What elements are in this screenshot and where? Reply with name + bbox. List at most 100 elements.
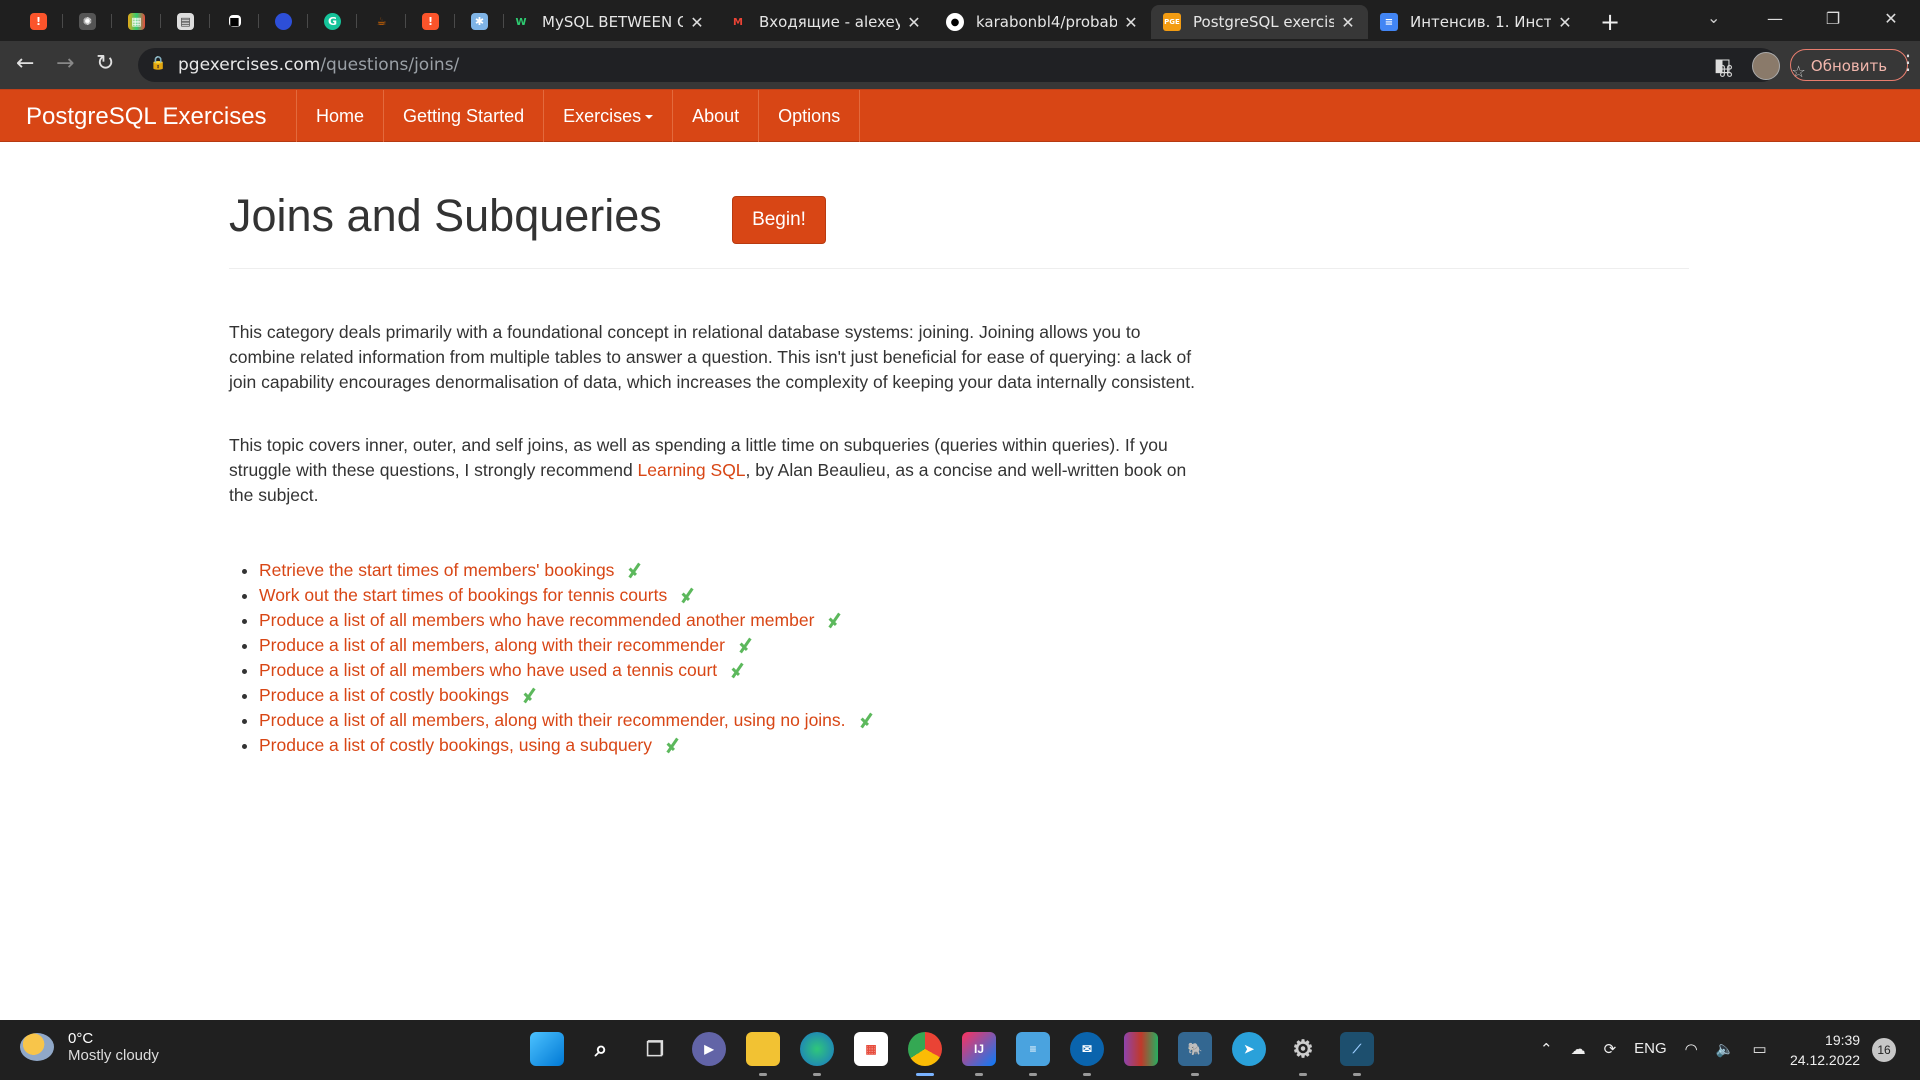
running-indicator [1083, 1073, 1091, 1076]
winrar-icon[interactable] [1124, 1032, 1158, 1066]
lock-icon[interactable]: 🔒 [150, 56, 166, 71]
browser-tab[interactable]: W MySQL BETWEEN Op ✕ [500, 5, 717, 39]
battery-icon[interactable]: ▭ [1752, 1040, 1766, 1058]
blue-circle-icon [275, 12, 292, 30]
question-link[interactable]: Produce a list of all members who have r… [259, 610, 814, 630]
nav-getting-started[interactable]: Getting Started [383, 90, 543, 142]
sync-icon[interactable]: ⟳ [1604, 1040, 1617, 1058]
pinned-tab[interactable]: ✺ [63, 7, 112, 35]
learning-sql-link[interactable]: Learning SQL [638, 460, 746, 480]
windows-start-icon[interactable] [530, 1032, 564, 1066]
side-panel-icon[interactable]: ◧ [1714, 55, 1731, 76]
mail-icon[interactable]: ✉ [1070, 1032, 1104, 1076]
telegram-icon[interactable]: ➤ [1232, 1032, 1266, 1066]
notion-icon: ■ [228, 14, 241, 28]
database-tool-icon[interactable]: ⟋ [1340, 1032, 1374, 1076]
nav-about[interactable]: About [672, 90, 758, 142]
checkmark-icon [826, 614, 844, 628]
browser-tab[interactable]: ● karabonbl4/probabl ✕ [934, 5, 1151, 39]
language-indicator[interactable]: ENG [1634, 1040, 1667, 1058]
file-explorer-icon[interactable] [746, 1032, 780, 1076]
pge-favicon-icon: PGE [1163, 13, 1181, 31]
pinned-tab[interactable]: G [308, 7, 357, 35]
question-link[interactable]: Work out the start times of bookings for… [259, 585, 667, 605]
tab-title: Входящие - alexeykc [759, 13, 900, 31]
clock-date: 24.12.2022 [1790, 1052, 1861, 1068]
settings-gear-icon[interactable]: ⚙ [1286, 1032, 1320, 1076]
list-item: Retrieve the start times of members' boo… [259, 558, 876, 583]
close-tab-icon[interactable]: ✕ [1340, 13, 1356, 32]
browser-menu-icon[interactable]: ⋮ [1898, 50, 1918, 74]
question-link[interactable]: Produce a list of costly bookings [259, 685, 509, 705]
pgadmin-elephant-icon[interactable]: 🐘 [1178, 1032, 1212, 1076]
close-window-icon[interactable]: ✕ [1862, 0, 1920, 41]
question-link[interactable]: Produce a list of all members, along wit… [259, 710, 846, 730]
checkmark-icon [521, 689, 539, 703]
begin-button[interactable]: Begin! [732, 196, 826, 244]
restore-icon[interactable]: ❐ [1804, 0, 1862, 41]
nav-exercises-dropdown[interactable]: Exercises [543, 90, 672, 142]
edge-browser-icon[interactable] [800, 1032, 834, 1076]
back-arrow-icon[interactable]: ← [16, 51, 34, 76]
list-item: Produce a list of all members who have r… [259, 608, 876, 633]
microsoft-store-icon[interactable]: ▦ [854, 1032, 888, 1066]
w3-favicon-icon: W [515, 16, 527, 28]
brave-lion-icon: ! [422, 12, 439, 30]
intellij-icon[interactable]: IJ [962, 1032, 996, 1076]
notepad-icon[interactable]: ≡ [1016, 1032, 1050, 1076]
nav-home[interactable]: Home [296, 90, 383, 142]
reload-icon[interactable]: ↻ [96, 51, 114, 76]
address-bar[interactable]: 🔒 pgexercises.com/questions/joins/ ⌘ ⇪ ☆ [138, 48, 1806, 82]
close-tab-icon[interactable]: ✕ [906, 13, 922, 32]
pinned-tabs: ! ✺ ▦ ▤ ■ G ☕ ! ✱ [14, 7, 504, 35]
update-button[interactable]: Обновить [1790, 49, 1908, 81]
nav-label: Options [778, 106, 841, 126]
browser-tab[interactable]: ≡ Интенсив. 1. Инстру ✕ [1368, 5, 1585, 39]
close-tab-icon[interactable]: ✕ [1123, 13, 1139, 32]
intro-paragraph: This category deals primarily with a fou… [229, 322, 1195, 392]
close-tab-icon[interactable]: ✕ [689, 13, 705, 32]
teams-chat-icon[interactable]: ▶ [692, 1032, 726, 1066]
pinned-tab[interactable]: ! [14, 7, 63, 35]
chrome-icon[interactable] [908, 1032, 942, 1076]
pinned-tab[interactable]: ▤ [161, 7, 210, 35]
gmail-icon: M [733, 16, 743, 28]
weather-text: 0°C Mostly cloudy [68, 1030, 159, 1064]
volume-icon[interactable]: 🔈 [1716, 1040, 1735, 1058]
task-view-icon[interactable]: ❐ [638, 1032, 672, 1066]
forward-arrow-icon[interactable]: → [56, 51, 74, 76]
pinned-tab[interactable]: ■ [210, 7, 259, 35]
onedrive-cloud-icon[interactable]: ☁ [1571, 1040, 1586, 1058]
pinned-tab[interactable]: ! [406, 7, 455, 35]
weather-widget[interactable]: 0°C Mostly cloudy [20, 1030, 159, 1064]
nav-options[interactable]: Options [758, 90, 861, 142]
url-text[interactable]: pgexercises.com/questions/joins/ [178, 55, 459, 75]
question-link[interactable]: Produce a list of all members who have u… [259, 660, 717, 680]
notification-badge[interactable]: 16 [1872, 1038, 1896, 1062]
list-item: Work out the start times of bookings for… [259, 583, 876, 608]
tab-search-chevron-icon[interactable]: ⌄ [1707, 8, 1720, 27]
browser-tab-active[interactable]: PGE PostgreSQL exercise ✕ [1151, 5, 1368, 39]
nav-label: Exercises [563, 106, 642, 126]
pinned-tab[interactable]: ✱ [455, 7, 504, 35]
site-brand[interactable]: PostgreSQL Exercises [26, 103, 267, 131]
question-link[interactable]: Produce a list of all members, along wit… [259, 635, 725, 655]
profile-avatar[interactable] [1752, 52, 1780, 80]
close-tab-icon[interactable]: ✕ [1557, 13, 1573, 32]
minimize-icon[interactable]: — [1746, 0, 1804, 41]
chevron-up-icon[interactable]: ⌃ [1540, 1040, 1553, 1058]
question-link[interactable]: Produce a list of costly bookings, using… [259, 735, 652, 755]
browser-tab[interactable]: M Входящие - alexeykc ✕ [717, 5, 934, 39]
question-link[interactable]: Retrieve the start times of members' boo… [259, 560, 614, 580]
url-path: /questions/joins/ [320, 55, 460, 75]
pinned-tab[interactable]: ▦ [112, 7, 161, 35]
topic-paragraph: This topic covers inner, outer, and self… [229, 433, 1199, 508]
pinned-tab[interactable]: ☕ [357, 7, 406, 35]
page-title: Joins and Subqueries [229, 190, 662, 241]
new-tab-plus-icon[interactable]: + [1600, 8, 1620, 36]
question-list: Retrieve the start times of members' boo… [229, 558, 876, 758]
wifi-icon[interactable]: ◠ [1685, 1040, 1698, 1058]
search-icon[interactable]: ⌕ [584, 1032, 618, 1066]
pinned-tab[interactable] [259, 7, 308, 35]
taskbar-clock[interactable]: 19:39 24.12.2022 [1790, 1030, 1860, 1070]
